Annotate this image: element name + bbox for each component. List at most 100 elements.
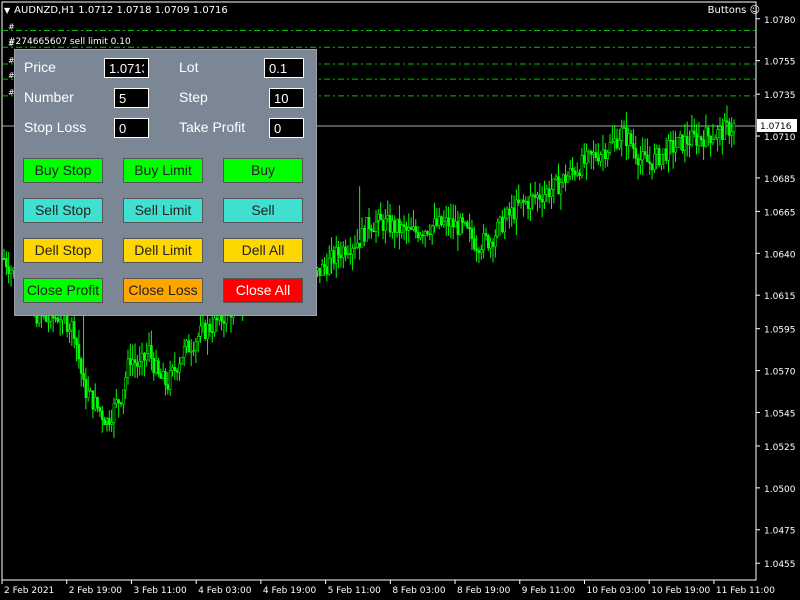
candle-body	[545, 188, 549, 195]
candle-body	[133, 359, 137, 364]
candle-body	[129, 358, 132, 366]
candle-body	[131, 359, 134, 366]
candle-body	[685, 136, 689, 145]
candle-body	[529, 195, 532, 209]
candle-body	[482, 233, 485, 251]
candle-body	[7, 266, 10, 274]
x-tick-label: 10 Feb 03:00	[586, 586, 645, 596]
candle-body	[713, 137, 717, 140]
y-tick-label: 1.0755	[764, 58, 796, 68]
candle-body	[147, 345, 151, 354]
close-all-button[interactable]: Close All	[223, 278, 303, 303]
candle-body	[175, 370, 179, 373]
candle-body	[480, 249, 483, 253]
candle-body	[494, 235, 497, 247]
buttons-label[interactable]: Buttons ☺	[708, 5, 760, 16]
candle-body	[620, 127, 623, 141]
candle-body	[379, 213, 382, 221]
candle-body	[491, 241, 495, 247]
candle-body	[98, 407, 102, 412]
close-profit-button[interactable]: Close Profit	[23, 278, 103, 303]
lot-label: Lot	[179, 59, 199, 75]
candle-body	[592, 152, 595, 155]
candle-body	[222, 320, 226, 324]
y-tick-label: 1.0665	[764, 208, 796, 218]
candle-body	[398, 218, 401, 234]
lot-input[interactable]	[264, 58, 304, 78]
candle-body	[522, 199, 525, 203]
sell-limit-button[interactable]: Sell Limit	[123, 198, 203, 223]
candle-body	[496, 222, 499, 237]
candle-body	[68, 329, 71, 332]
current-price-label: 1.0716	[760, 122, 792, 132]
candle-body	[655, 148, 659, 155]
sell-button[interactable]: Sell	[223, 198, 303, 223]
candle-body	[639, 159, 642, 166]
candle-body	[47, 320, 50, 323]
candle-body	[353, 247, 357, 249]
buy-stop-button[interactable]: Buy Stop	[23, 158, 103, 183]
order-level-marker: #	[8, 22, 15, 31]
candle-body	[487, 235, 490, 249]
candle-body	[674, 146, 677, 153]
candle-body	[472, 238, 476, 250]
x-tick-label: 2 Feb 19:00	[69, 586, 123, 596]
price-input[interactable]	[104, 58, 149, 78]
candle-body	[341, 246, 345, 259]
candle-body	[358, 242, 361, 248]
candle-body	[559, 182, 563, 195]
stop-loss-input[interactable]	[114, 118, 149, 138]
dell-stop-button[interactable]: Dell Stop	[23, 238, 103, 263]
close-loss-button[interactable]: Close Loss	[123, 278, 203, 303]
candle-body	[477, 250, 481, 253]
buy-limit-button[interactable]: Buy Limit	[123, 158, 203, 183]
candle-body	[601, 149, 605, 156]
candle-body	[140, 352, 144, 362]
sell-stop-button[interactable]: Sell Stop	[23, 198, 103, 223]
candle-body	[435, 218, 439, 226]
candle-body	[721, 126, 724, 140]
candle-body	[662, 148, 666, 155]
dell-all-button[interactable]: Dell All	[223, 238, 303, 263]
y-tick-label: 1.0525	[764, 443, 796, 453]
take-profit-input[interactable]	[269, 118, 304, 138]
candle-body	[210, 331, 214, 333]
candle-body	[363, 227, 366, 242]
candle-body	[44, 315, 48, 322]
step-label: Step	[179, 89, 208, 105]
candle-body	[456, 221, 460, 235]
candle-body	[580, 154, 584, 177]
chart-header: ▼ AUDNZD,H1 1.0712 1.0718 1.0709 1.0716	[4, 5, 228, 16]
candle-body	[391, 220, 394, 233]
number-label: Number	[24, 89, 74, 105]
candle-body	[688, 143, 691, 146]
candle-body	[728, 121, 731, 136]
dell-limit-button[interactable]: Dell Limit	[123, 238, 203, 263]
candle-body	[386, 215, 390, 220]
number-input[interactable]	[114, 88, 149, 108]
candle-body	[557, 176, 560, 195]
y-tick-label: 1.0710	[764, 133, 796, 143]
candle-body	[625, 127, 628, 146]
candle-body	[463, 221, 467, 224]
x-tick-label: 11 Feb 11:00	[716, 586, 775, 596]
candle-body	[54, 317, 57, 320]
candle-body	[159, 373, 163, 379]
caret-down-icon[interactable]: ▼	[4, 6, 10, 15]
buy-button[interactable]: Buy	[223, 158, 303, 183]
step-input[interactable]	[269, 88, 304, 108]
candle-body	[419, 234, 422, 239]
candle-body	[538, 194, 542, 200]
candle-body	[337, 247, 340, 256]
candle-body	[325, 266, 329, 275]
candle-body	[96, 397, 99, 408]
candle-body	[468, 226, 471, 230]
candle-body	[594, 152, 598, 158]
candle-body	[192, 350, 195, 353]
candle-body	[606, 152, 609, 159]
candle-body	[451, 218, 455, 228]
y-tick-label: 1.0475	[764, 527, 796, 537]
candle-body	[641, 151, 645, 161]
candle-body	[683, 136, 687, 151]
candle-body	[75, 338, 78, 345]
